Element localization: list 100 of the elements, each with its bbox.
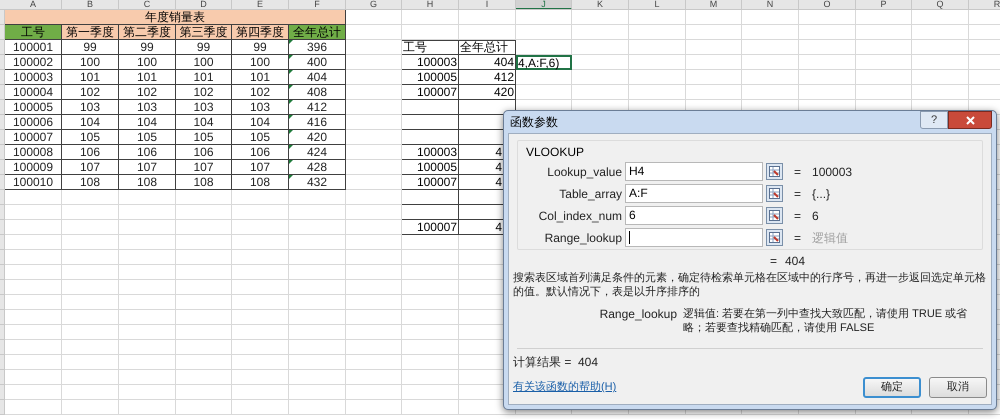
dialog-button[interactable]: 确定 [863, 377, 921, 398]
range-select-icon [769, 232, 780, 243]
table-cell: 420 [458, 85, 516, 100]
table-cell: 412 [458, 70, 516, 85]
table-cell: 105 [62, 130, 119, 145]
table-cell: 102 [119, 85, 176, 100]
help-link[interactable]: 有关该函数的帮助(H) [513, 379, 616, 396]
row-header[interactable] [0, 400, 5, 415]
argument-input[interactable] [625, 228, 763, 247]
row-header[interactable] [0, 55, 5, 70]
collapse-dialog-button[interactable] [766, 185, 783, 202]
argument-input[interactable]: A:F [625, 184, 763, 203]
row-header[interactable] [0, 265, 5, 280]
table-header: 工号 [5, 25, 62, 40]
table-cell: 102 [62, 85, 119, 100]
row-header[interactable] [0, 355, 5, 370]
row-header[interactable] [0, 340, 5, 355]
collapse-dialog-button[interactable] [766, 163, 783, 180]
argument-result: {...} [812, 186, 830, 202]
close-button[interactable] [948, 111, 992, 129]
table-cell: 404 [458, 55, 516, 70]
row-header[interactable] [0, 250, 5, 265]
table-cell: 107 [232, 160, 289, 175]
row-header[interactable] [0, 70, 5, 85]
table-cell: 105 [119, 130, 176, 145]
collapse-dialog-button[interactable] [766, 229, 783, 246]
table-cell: 108 [232, 175, 289, 190]
argument-input[interactable]: 6 [625, 206, 763, 225]
row-header[interactable] [0, 220, 5, 235]
table-cell: 99 [232, 40, 289, 55]
table-cell: 104 [176, 115, 232, 130]
row-header[interactable] [0, 235, 5, 250]
row-header[interactable] [0, 85, 5, 100]
table-cell: 105 [176, 130, 232, 145]
column-header[interactable]: R [969, 0, 1000, 9]
equals-sign: = [770, 254, 777, 268]
dialog-button[interactable]: 取消 [929, 377, 987, 398]
column-header[interactable]: O [799, 0, 856, 9]
row-header[interactable] [0, 295, 5, 310]
table-cell: 99 [62, 40, 119, 55]
table-cell: 100010 [5, 175, 62, 190]
table-cell: 107 [62, 160, 119, 175]
table-cell: 101 [176, 70, 232, 85]
row-header[interactable] [0, 175, 5, 190]
table-cell: 100007 [401, 220, 459, 235]
table-cell: 100003 [401, 55, 459, 70]
column-header[interactable]: J [516, 0, 572, 9]
row-header[interactable] [0, 370, 5, 385]
table-cell: 104 [62, 115, 119, 130]
equals-sign: = [794, 164, 802, 180]
calculation-result: 计算结果 = 404 [513, 355, 600, 369]
column-header[interactable]: G [346, 0, 402, 9]
row-header[interactable] [0, 310, 5, 325]
table-cell: 107 [176, 160, 232, 175]
equals-sign: = [794, 208, 802, 224]
row-header[interactable] [0, 385, 5, 400]
help-button[interactable]: ? [920, 111, 948, 129]
table-cell: 404 [289, 70, 346, 85]
argument-input[interactable]: H4 [625, 162, 763, 181]
row-header[interactable] [0, 115, 5, 130]
range-select-icon [769, 210, 780, 221]
row-header[interactable] [0, 325, 5, 340]
table-header: 第一季度 [62, 25, 119, 40]
column-header[interactable]: M [686, 0, 742, 9]
argument-result: 100003 [812, 164, 852, 180]
equals-sign: = [794, 230, 802, 246]
column-header[interactable]: Q [912, 0, 969, 9]
table-cell: 108 [176, 175, 232, 190]
row-header[interactable] [0, 25, 5, 40]
table-cell: 107 [119, 160, 176, 175]
table-cell: 103 [232, 100, 289, 115]
row-header[interactable] [0, 10, 5, 25]
argument-label: Range_lookup [544, 230, 622, 246]
table-header: 第四季度 [232, 25, 289, 40]
column-header[interactable]: H [402, 0, 459, 9]
table-cell: 100007 [401, 175, 459, 190]
active-cell[interactable]: 4,A:F,6) [516, 55, 572, 70]
row-header[interactable] [0, 160, 5, 175]
table-cell: 106 [119, 145, 176, 160]
table-cell: 412 [289, 100, 346, 115]
argument-label: Table_array [558, 186, 622, 202]
row-header[interactable] [0, 280, 5, 295]
table-cell: 100002 [5, 55, 62, 70]
table-cell: 106 [62, 145, 119, 160]
row-header[interactable] [0, 130, 5, 145]
table-cell: 100006 [5, 115, 62, 130]
column-header[interactable]: P [856, 0, 912, 9]
row-header[interactable] [0, 190, 5, 205]
row-header[interactable] [0, 145, 5, 160]
table-cell: 100 [119, 55, 176, 70]
column-header[interactable]: L [629, 0, 686, 9]
equals-sign: = [794, 186, 802, 202]
column-header[interactable]: N [742, 0, 799, 9]
table-cell: 101 [119, 70, 176, 85]
row-header[interactable] [0, 100, 5, 115]
row-header[interactable] [0, 205, 5, 220]
collapse-dialog-button[interactable] [766, 207, 783, 224]
column-header[interactable]: K [572, 0, 629, 9]
row-header[interactable] [0, 40, 5, 55]
dialog-title: 函数参数 [509, 114, 558, 131]
